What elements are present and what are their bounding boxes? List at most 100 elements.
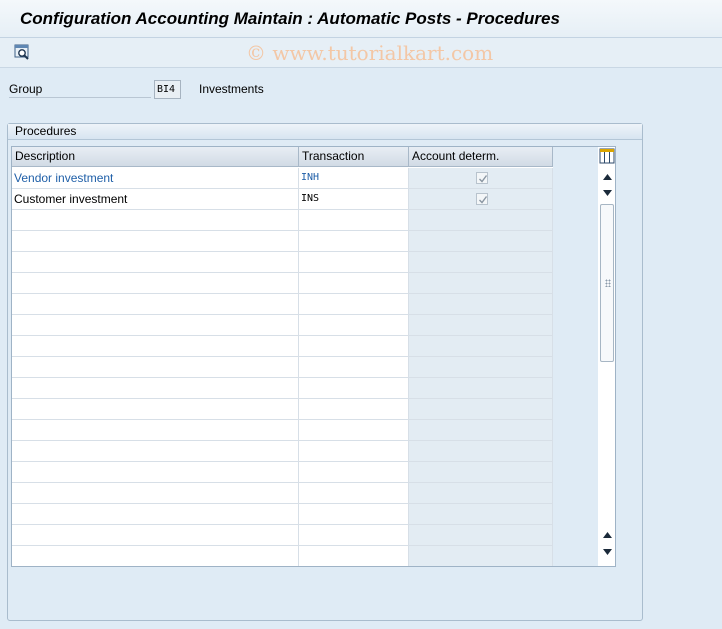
account-determ-cell bbox=[409, 504, 553, 525]
table-row[interactable] bbox=[12, 357, 553, 378]
transaction-cell bbox=[299, 546, 409, 566]
account-determ-cell bbox=[409, 315, 553, 336]
description-cell bbox=[12, 378, 299, 399]
table-row[interactable] bbox=[12, 378, 553, 399]
description-cell bbox=[12, 420, 299, 441]
transaction-cell bbox=[299, 420, 409, 441]
description-cell bbox=[12, 546, 299, 566]
account-determ-cell bbox=[409, 399, 553, 420]
description-cell bbox=[12, 294, 299, 315]
arrow-up-icon bbox=[602, 169, 612, 183]
scroll-thumb[interactable] bbox=[600, 204, 614, 362]
scroll-track[interactable] bbox=[600, 204, 614, 524]
description-cell bbox=[12, 336, 299, 357]
scroll-down-button[interactable] bbox=[599, 543, 615, 559]
description-cell bbox=[12, 273, 299, 294]
description-cell bbox=[12, 441, 299, 462]
table-row[interactable] bbox=[12, 462, 553, 483]
table-row[interactable] bbox=[12, 336, 553, 357]
table-row[interactable] bbox=[12, 315, 553, 336]
table-row[interactable] bbox=[12, 504, 553, 525]
table-row[interactable] bbox=[12, 252, 553, 273]
transaction-cell[interactable]: INS bbox=[299, 189, 409, 210]
description-cell bbox=[12, 483, 299, 504]
account-determ-cell bbox=[409, 231, 553, 252]
account-determ-cell bbox=[409, 294, 553, 315]
group-label: Group bbox=[9, 82, 43, 96]
description-cell bbox=[12, 462, 299, 483]
table-row[interactable] bbox=[12, 525, 553, 546]
description-cell bbox=[12, 210, 299, 231]
transaction-cell bbox=[299, 525, 409, 546]
column-header-description[interactable]: Description bbox=[12, 147, 299, 167]
table-settings-icon bbox=[599, 148, 615, 167]
account-determ-cell bbox=[409, 378, 553, 399]
transaction-cell bbox=[299, 210, 409, 231]
description-cell bbox=[12, 525, 299, 546]
watermark: © www.tutorialkart.com bbox=[246, 41, 494, 65]
arrow-down-icon bbox=[602, 544, 612, 558]
table-row[interactable] bbox=[12, 546, 553, 566]
application-toolbar: © www.tutorialkart.com bbox=[0, 38, 722, 68]
description-cell bbox=[12, 315, 299, 336]
description-cell bbox=[12, 357, 299, 378]
group-field[interactable]: BI4 bbox=[154, 80, 181, 99]
transaction-cell bbox=[299, 399, 409, 420]
transaction-cell bbox=[299, 441, 409, 462]
table-row[interactable]: Customer investment INS bbox=[12, 189, 553, 210]
account-determ-cell bbox=[409, 483, 553, 504]
scroll-page-up-button[interactable] bbox=[599, 526, 615, 542]
group-label-underline bbox=[9, 97, 151, 98]
account-determ-cell bbox=[409, 357, 553, 378]
description-cell[interactable]: Vendor investment bbox=[12, 168, 299, 189]
account-determ-cell bbox=[409, 420, 553, 441]
account-determ-checkbox[interactable] bbox=[476, 193, 488, 205]
description-cell bbox=[12, 252, 299, 273]
transaction-cell bbox=[299, 252, 409, 273]
column-header-account-determ[interactable]: Account determ. bbox=[409, 147, 553, 167]
account-determ-cell bbox=[409, 462, 553, 483]
account-determ-cell bbox=[409, 336, 553, 357]
grip-icon bbox=[605, 279, 611, 287]
find-icon bbox=[14, 44, 32, 63]
account-determ-cell bbox=[409, 525, 553, 546]
transaction-cell bbox=[299, 315, 409, 336]
description-cell[interactable]: Customer investment bbox=[12, 189, 299, 210]
table-row[interactable] bbox=[12, 231, 553, 252]
account-determ-cell bbox=[409, 252, 553, 273]
procedures-frame-title: Procedures bbox=[8, 124, 642, 140]
scroll-up-button[interactable] bbox=[599, 168, 615, 184]
account-determ-cell bbox=[409, 210, 553, 231]
vertical-scrollbar[interactable] bbox=[598, 168, 615, 566]
description-cell bbox=[12, 399, 299, 420]
transaction-cell bbox=[299, 273, 409, 294]
transaction-cell bbox=[299, 504, 409, 525]
account-determ-checkbox[interactable] bbox=[476, 172, 488, 184]
table-row[interactable] bbox=[12, 483, 553, 504]
account-determ-cell bbox=[409, 168, 553, 189]
scroll-page-down-button[interactable] bbox=[599, 184, 615, 200]
table-row[interactable] bbox=[12, 399, 553, 420]
transaction-cell bbox=[299, 378, 409, 399]
find-button[interactable] bbox=[12, 43, 34, 63]
arrow-up-icon bbox=[602, 527, 612, 541]
account-determ-cell bbox=[409, 441, 553, 462]
account-determ-cell bbox=[409, 189, 553, 210]
page-title: Configuration Accounting Maintain : Auto… bbox=[20, 9, 560, 28]
transaction-cell[interactable]: INH bbox=[299, 168, 409, 189]
description-cell bbox=[12, 231, 299, 252]
procedures-table: Description Transaction Account determ. … bbox=[11, 146, 616, 567]
table-settings-button[interactable] bbox=[599, 148, 615, 164]
table-row[interactable] bbox=[12, 441, 553, 462]
table-row[interactable] bbox=[12, 420, 553, 441]
transaction-cell bbox=[299, 483, 409, 504]
description-cell bbox=[12, 504, 299, 525]
table-gap bbox=[553, 147, 598, 566]
table-row[interactable] bbox=[12, 210, 553, 231]
column-header-transaction[interactable]: Transaction bbox=[299, 147, 409, 167]
arrow-down-icon bbox=[602, 185, 612, 199]
table-row[interactable]: Vendor investment INH bbox=[12, 168, 553, 189]
table-row[interactable] bbox=[12, 273, 553, 294]
table-row[interactable] bbox=[12, 294, 553, 315]
account-determ-cell bbox=[409, 273, 553, 294]
